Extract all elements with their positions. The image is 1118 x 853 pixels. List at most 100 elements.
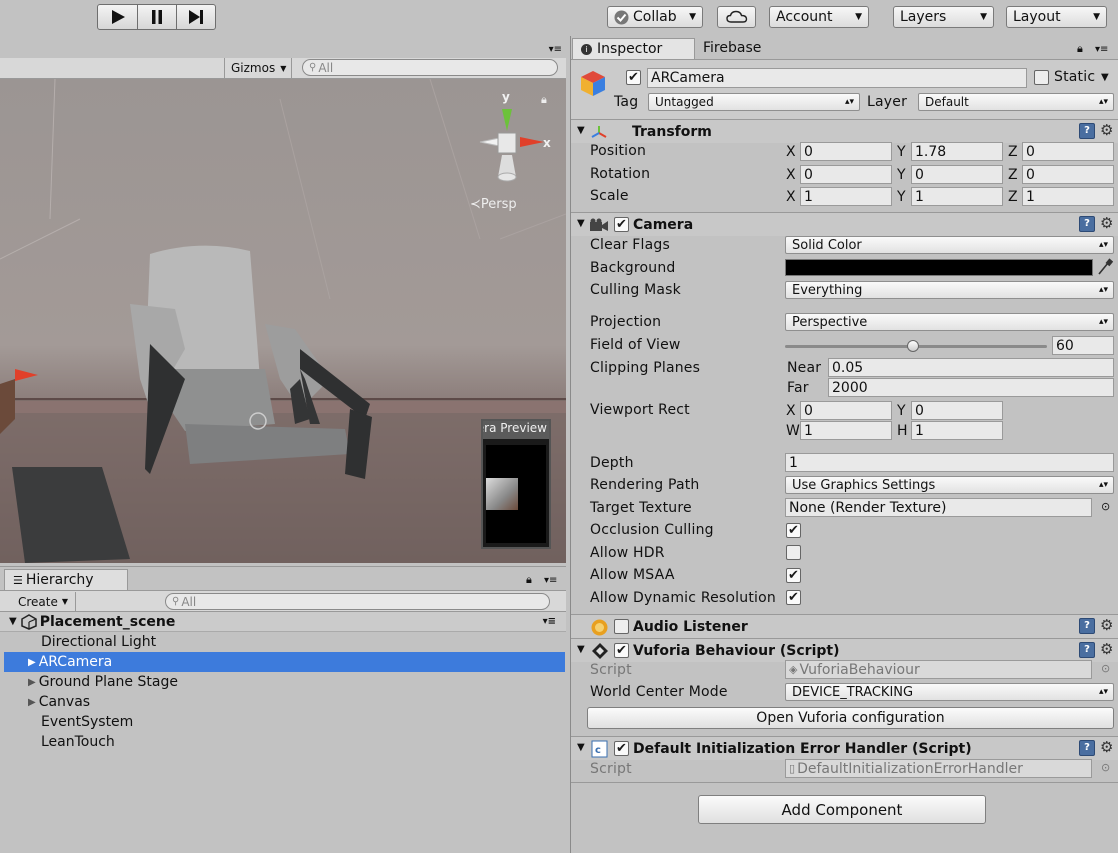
background-color-swatch[interactable] bbox=[785, 259, 1093, 276]
panel-menu-icon[interactable]: ▾≡ bbox=[549, 44, 562, 55]
gizmos-dropdown[interactable]: Gizmos ▼ bbox=[224, 58, 292, 78]
occlusion-culling-checkbox[interactable]: ✔ bbox=[786, 523, 801, 538]
tab-firebase[interactable]: Firebase bbox=[703, 40, 761, 56]
expand-right-icon[interactable]: ▶ bbox=[28, 697, 36, 708]
hierarchy-item-canvas[interactable]: ▶ Canvas bbox=[0, 692, 566, 712]
add-component-button[interactable]: Add Component bbox=[698, 795, 986, 824]
scale-y-field[interactable]: 1 bbox=[911, 187, 1003, 206]
step-button[interactable] bbox=[176, 4, 216, 30]
panel-menu-icon[interactable]: ▾≡ bbox=[544, 575, 557, 586]
gear-icon[interactable]: ⚙ bbox=[1100, 640, 1113, 658]
collab-button[interactable]: Collab ▼ bbox=[607, 6, 703, 28]
foldout-icon[interactable]: ▼ bbox=[577, 644, 585, 655]
scale-x-field[interactable]: 1 bbox=[800, 187, 892, 206]
fov-slider-thumb[interactable] bbox=[907, 340, 920, 352]
lock-icon[interactable]: 🔒︎ bbox=[541, 93, 547, 107]
panel-menu-icon[interactable]: ▾≡ bbox=[1095, 44, 1108, 55]
foldout-icon[interactable]: ▼ bbox=[577, 218, 585, 229]
world-center-mode-dropdown[interactable]: DEVICE_TRACKING ▴▾ bbox=[785, 683, 1114, 701]
scene-viewport[interactable]: y x 🔒︎ ≺ Persp Camera Preview bbox=[0, 79, 566, 563]
lock-icon[interactable]: 🔒︎ bbox=[1077, 42, 1083, 56]
object-name-field[interactable]: ARCamera bbox=[647, 68, 1027, 88]
fov-field[interactable]: 60 bbox=[1052, 336, 1114, 355]
expand-right-icon[interactable]: ▶ bbox=[28, 657, 36, 668]
persp-label-group[interactable]: ≺ Persp bbox=[470, 197, 517, 212]
rendering-path-dropdown[interactable]: Use Graphics Settings ▴▾ bbox=[785, 476, 1114, 494]
camera-header[interactable]: ▼ ✔ Camera ? ⚙ bbox=[571, 212, 1118, 236]
near-label: Near bbox=[787, 360, 822, 376]
foldout-icon[interactable]: ▼ bbox=[577, 125, 585, 136]
layer-dropdown[interactable]: Default ▴▾ bbox=[918, 93, 1114, 111]
help-book-icon[interactable]: ? bbox=[1079, 740, 1095, 756]
allow-dynamic-resolution-checkbox[interactable]: ✔ bbox=[786, 590, 801, 605]
static-dropdown-icon[interactable]: ▼ bbox=[1101, 72, 1109, 83]
hierarchy-search-input[interactable]: ⚲ All bbox=[165, 593, 550, 610]
camera-enabled-checkbox[interactable]: ✔ bbox=[614, 217, 629, 232]
hierarchy-item-arcamera[interactable]: ▶ ARCamera bbox=[4, 652, 565, 672]
create-dropdown[interactable]: Create ▼ bbox=[10, 592, 76, 611]
cloud-button[interactable] bbox=[717, 6, 756, 28]
foldout-icon[interactable]: ▼ bbox=[577, 742, 585, 753]
hierarchy-item-leantouch[interactable]: LeanTouch bbox=[0, 732, 566, 752]
hierarchy-item-directional-light[interactable]: Directional Light bbox=[0, 632, 566, 652]
help-book-icon[interactable]: ? bbox=[1079, 216, 1095, 232]
transform-header[interactable]: ▼ Transform ? ⚙ bbox=[571, 119, 1118, 143]
gear-icon[interactable]: ⚙ bbox=[1100, 121, 1113, 139]
active-checkbox[interactable]: ✔ bbox=[626, 70, 641, 85]
object-picker-icon[interactable]: ⊙ bbox=[1101, 500, 1110, 513]
tab-hierarchy[interactable]: ☰ Hierarchy bbox=[4, 569, 128, 590]
static-checkbox[interactable] bbox=[1034, 70, 1049, 85]
tab-inspector[interactable]: i Inspector bbox=[572, 38, 695, 59]
projection-dropdown[interactable]: Perspective ▴▾ bbox=[785, 313, 1114, 331]
scene-menu-icon[interactable]: ▾≡ bbox=[543, 616, 556, 627]
rotation-x-field[interactable]: 0 bbox=[800, 165, 892, 184]
vuforia-enabled-checkbox[interactable]: ✔ bbox=[614, 643, 629, 658]
audio-listener-header[interactable]: Audio Listener ? ⚙ bbox=[571, 614, 1118, 638]
scene-search-input[interactable]: ⚲ All bbox=[302, 59, 558, 76]
gear-icon[interactable]: ⚙ bbox=[1100, 738, 1113, 756]
allow-msaa-checkbox[interactable]: ✔ bbox=[786, 568, 801, 583]
play-button[interactable] bbox=[97, 4, 138, 30]
hierarchy-item-eventsystem[interactable]: EventSystem bbox=[0, 712, 566, 732]
error-handler-header[interactable]: ▼ c ✔ Default Initialization Error Handl… bbox=[571, 736, 1118, 760]
hierarchy-item-ground-plane-stage[interactable]: ▶ Ground Plane Stage bbox=[0, 672, 566, 692]
tag-dropdown[interactable]: Untagged ▴▾ bbox=[648, 93, 860, 111]
audio-listener-checkbox[interactable] bbox=[614, 619, 629, 634]
gear-icon[interactable]: ⚙ bbox=[1100, 616, 1113, 634]
open-vuforia-configuration-button[interactable]: Open Vuforia configuration bbox=[587, 707, 1114, 729]
help-book-icon[interactable]: ? bbox=[1079, 642, 1095, 658]
viewport-y-field[interactable]: 0 bbox=[911, 401, 1003, 420]
lock-icon[interactable]: 🔒︎ bbox=[526, 573, 532, 587]
culling-mask-dropdown[interactable]: Everything ▴▾ bbox=[785, 281, 1114, 299]
projection-value: Perspective bbox=[792, 314, 868, 330]
position-x-field[interactable]: 0 bbox=[800, 142, 892, 161]
near-field[interactable]: 0.05 bbox=[828, 358, 1114, 377]
gear-icon[interactable]: ⚙ bbox=[1100, 214, 1113, 232]
rotation-z-field[interactable]: 0 bbox=[1022, 165, 1114, 184]
error-handler-enabled-checkbox[interactable]: ✔ bbox=[614, 741, 629, 756]
depth-field[interactable]: 1 bbox=[785, 453, 1114, 472]
position-z-field[interactable]: 0 bbox=[1022, 142, 1114, 161]
help-book-icon[interactable]: ? bbox=[1079, 123, 1095, 139]
scene-root-row[interactable]: ▼ Placement_scene ▾≡ bbox=[0, 612, 566, 632]
viewport-h-field[interactable]: 1 bbox=[911, 421, 1003, 440]
position-y-field[interactable]: 1.78 bbox=[911, 142, 1003, 161]
scale-z-field[interactable]: 1 bbox=[1022, 187, 1114, 206]
account-dropdown[interactable]: Account ▼ bbox=[769, 6, 869, 28]
rotation-y-field[interactable]: 0 bbox=[911, 165, 1003, 184]
position-label: Position bbox=[590, 143, 647, 159]
viewport-x-field[interactable]: 0 bbox=[800, 401, 892, 420]
allow-hdr-checkbox[interactable] bbox=[786, 545, 801, 560]
expand-right-icon[interactable]: ▶ bbox=[28, 677, 36, 688]
vuforia-header[interactable]: ▼ ✔ Vuforia Behaviour (Script) ? ⚙ bbox=[571, 638, 1118, 662]
pause-button[interactable] bbox=[137, 4, 177, 30]
help-book-icon[interactable]: ? bbox=[1079, 618, 1095, 634]
clear-flags-dropdown[interactable]: Solid Color ▴▾ bbox=[785, 236, 1114, 254]
rotation-y-value: 0 bbox=[915, 166, 924, 183]
eyedropper-icon[interactable] bbox=[1097, 258, 1113, 276]
target-texture-field[interactable]: None (Render Texture) bbox=[785, 498, 1092, 517]
viewport-w-field[interactable]: 1 bbox=[800, 421, 892, 440]
far-field[interactable]: 2000 bbox=[828, 378, 1114, 397]
layout-dropdown[interactable]: Layout ▼ bbox=[1006, 6, 1107, 28]
layers-dropdown[interactable]: Layers ▼ bbox=[893, 6, 994, 28]
